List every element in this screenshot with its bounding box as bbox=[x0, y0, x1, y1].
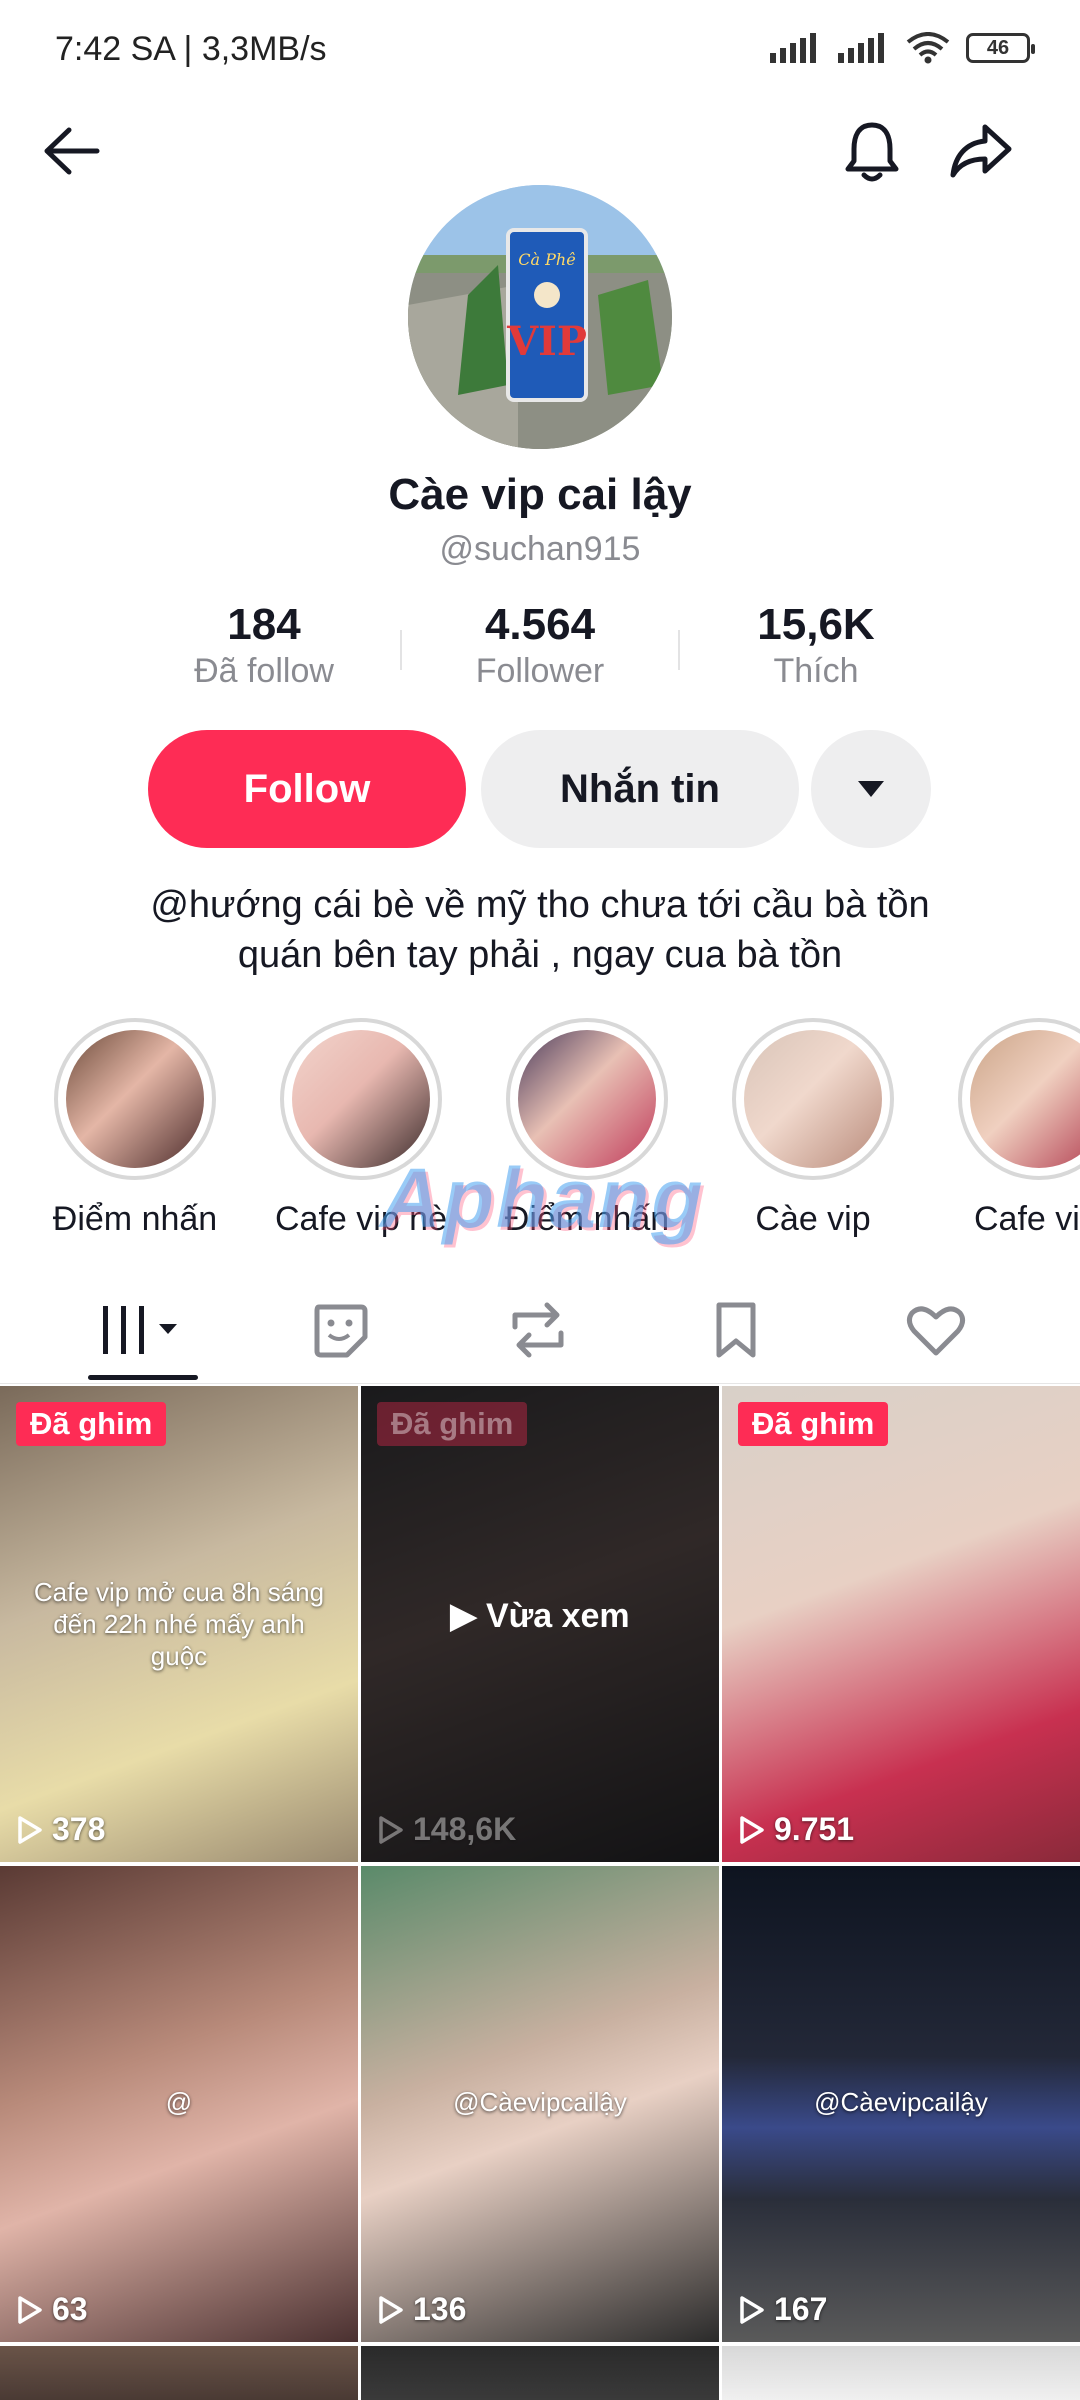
heart-icon bbox=[906, 1306, 966, 1356]
video-caption: @ bbox=[165, 2087, 193, 2117]
highlight-label: Cafe vi bbox=[974, 1200, 1080, 1238]
signal-icon-2 bbox=[838, 33, 884, 63]
tabs-divider bbox=[0, 1383, 1080, 1384]
highlight-thumbnail bbox=[66, 1030, 204, 1168]
profile-name: Càe vip cai lậy bbox=[388, 470, 692, 519]
highlight-thumbnail bbox=[744, 1030, 882, 1168]
stat-following[interactable]: 184 Đã follow bbox=[124, 600, 404, 691]
stat-likes-value: 15,6K bbox=[757, 600, 875, 649]
highlight-4[interactable] bbox=[732, 1018, 894, 1180]
notification-button[interactable] bbox=[827, 106, 917, 196]
svg-text:VIP: VIP bbox=[506, 318, 587, 365]
video-caption: Cafe vip mở cua 8h sáng đến 22h nhé mấy … bbox=[33, 1577, 325, 1671]
video-thumbnail[interactable]: Đã ghim ▶ Vừa xem 148,6K bbox=[361, 1386, 719, 1862]
share-button[interactable] bbox=[936, 106, 1026, 196]
status-time: 7:42 SA | 3,3MB/s bbox=[55, 30, 327, 68]
stat-followers-value: 4.564 bbox=[484, 600, 596, 649]
recently-watched-text: Vừa xem bbox=[485, 1597, 630, 1635]
tab-reposts[interactable] bbox=[478, 1290, 598, 1370]
view-count-value: 378 bbox=[52, 1811, 106, 1847]
stat-following-value: 184 bbox=[227, 600, 301, 649]
profile-bio: @hướng cái bè về mỹ tho chưa tới cầu bà … bbox=[0, 880, 1080, 980]
stat-likes[interactable]: 15,6K Thích bbox=[676, 600, 956, 691]
play-icon bbox=[740, 1815, 764, 1844]
view-count-value: 9.751 bbox=[774, 1811, 855, 1847]
view-count: 148,6K bbox=[375, 1811, 516, 1848]
caret-down-icon bbox=[858, 781, 884, 797]
wifi-icon bbox=[906, 32, 950, 64]
repost-icon bbox=[512, 1302, 564, 1358]
status-icons: 46 bbox=[770, 32, 1035, 64]
watermark: Aphang bbox=[380, 1151, 705, 1245]
highlight-thumbnail bbox=[292, 1030, 430, 1168]
view-count-value: 148,6K bbox=[413, 1811, 517, 1847]
view-count-value: 136 bbox=[413, 2291, 467, 2327]
pinned-badge: Đã ghim bbox=[377, 1402, 528, 1446]
view-count: 378 bbox=[14, 1811, 105, 1848]
tab-stickers[interactable] bbox=[280, 1290, 400, 1370]
stat-followers-label: Follower bbox=[475, 652, 605, 690]
video-caption: @Càevipcailậy bbox=[814, 2087, 988, 2117]
suggested-accounts-button[interactable] bbox=[811, 730, 931, 848]
play-icon bbox=[18, 2295, 42, 2324]
play-icon bbox=[740, 2295, 764, 2324]
video-thumbnail[interactable]: Đã ghim 9.751 bbox=[722, 1386, 1080, 1862]
view-count-value: 167 bbox=[774, 2291, 828, 2327]
svg-text:Cà Phê: Cà Phê bbox=[518, 250, 575, 269]
view-count: 136 bbox=[375, 2291, 466, 2328]
status-bar: 7:42 SA | 3,3MB/s 46 bbox=[0, 0, 1080, 100]
video-thumbnail[interactable]: @Càevipcailậy 136 bbox=[361, 1866, 719, 2342]
stat-following-label: Đã follow bbox=[194, 652, 334, 690]
view-count-value: 63 bbox=[52, 2291, 88, 2327]
recently-watched-label: ▶ Vừa xem bbox=[450, 1597, 630, 1635]
stat-likes-label: Thích bbox=[773, 652, 859, 690]
view-count: 167 bbox=[736, 2291, 827, 2328]
highlight-thumbnail bbox=[970, 1030, 1080, 1168]
bookmark-icon bbox=[716, 1302, 756, 1358]
tab-active-indicator bbox=[88, 1375, 198, 1380]
grid-icon bbox=[103, 1306, 177, 1354]
tab-videos[interactable] bbox=[82, 1290, 202, 1370]
view-count: 63 bbox=[14, 2291, 88, 2328]
video-thumbnail[interactable] bbox=[361, 2346, 719, 2400]
video-thumbnail[interactable] bbox=[722, 2346, 1080, 2400]
signal-icon bbox=[770, 33, 816, 63]
back-button[interactable] bbox=[26, 106, 116, 196]
video-thumbnail[interactable]: Đã ghim Cafe vip mở cua 8h sáng đến 22h … bbox=[0, 1386, 358, 1862]
highlight-label: Càe vip bbox=[755, 1200, 871, 1238]
avatar-image: Cà Phê VIP bbox=[408, 185, 672, 449]
avatar[interactable]: Cà Phê VIP bbox=[408, 185, 672, 449]
sticker-icon bbox=[314, 1304, 368, 1358]
bell-icon bbox=[845, 122, 899, 182]
play-icon bbox=[379, 1815, 403, 1844]
bio-line-2: quán bên tay phải , ngay cua bà tồn bbox=[237, 934, 843, 976]
video-thumbnail[interactable]: @Càevipcailậy 167 bbox=[722, 1866, 1080, 2342]
arrow-left-icon bbox=[44, 127, 100, 175]
play-icon bbox=[18, 1815, 42, 1844]
profile-handle: @suchan915 bbox=[439, 530, 641, 568]
pinned-badge: Đã ghim bbox=[16, 1402, 167, 1446]
tab-favorites[interactable] bbox=[676, 1290, 796, 1370]
highlight-1[interactable] bbox=[54, 1018, 216, 1180]
highlight-label: Điểm nhấn bbox=[52, 1200, 218, 1238]
tab-liked[interactable] bbox=[876, 1290, 996, 1370]
battery-icon: 46 bbox=[966, 33, 1035, 63]
video-thumbnail[interactable]: @ 63 bbox=[0, 1866, 358, 2342]
video-caption: @Càevipcailậy bbox=[453, 2087, 627, 2117]
stat-followers[interactable]: 4.564 Follower bbox=[400, 600, 680, 691]
play-icon bbox=[379, 2295, 403, 2324]
battery-level: 46 bbox=[986, 36, 1010, 59]
highlight-thumbnail bbox=[518, 1030, 656, 1168]
message-button[interactable]: Nhắn tin bbox=[481, 730, 799, 848]
follow-button[interactable]: Follow bbox=[148, 730, 466, 848]
highlight-5[interactable] bbox=[958, 1018, 1080, 1180]
pinned-badge: Đã ghim bbox=[738, 1402, 889, 1446]
video-thumbnail[interactable] bbox=[0, 2346, 358, 2400]
view-count: 9.751 bbox=[736, 1811, 854, 1848]
bio-line-1: @hướng cái bè về mỹ tho chưa tới cầu bà … bbox=[150, 884, 930, 926]
share-icon bbox=[950, 124, 1012, 178]
